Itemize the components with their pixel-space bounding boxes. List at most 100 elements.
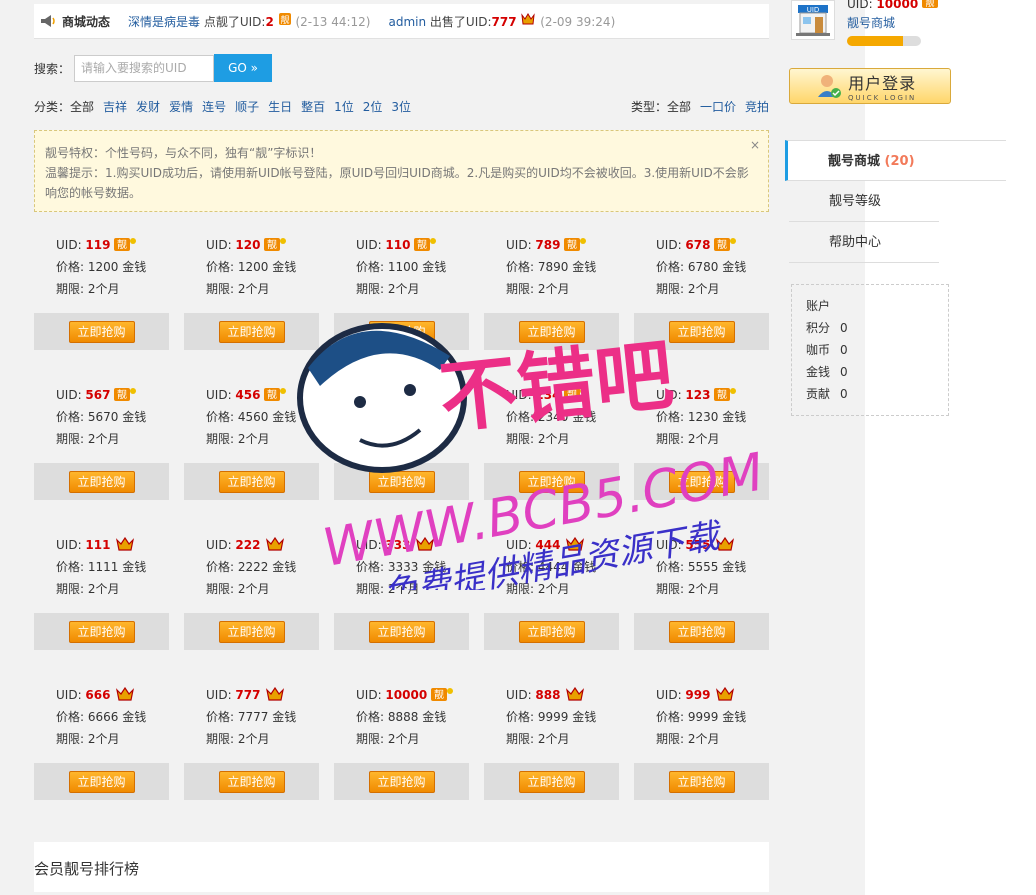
- search-input[interactable]: [74, 54, 215, 82]
- card-price: 价格: 1200 金钱: [206, 260, 297, 274]
- user-login-button[interactable]: 用户登录 QUICK LOGIN: [789, 68, 951, 104]
- category-2-digit[interactable]: 2位: [363, 100, 383, 114]
- uid-number[interactable]: 666: [85, 688, 110, 702]
- sidebar-item-levels[interactable]: 靓号等级: [789, 181, 939, 222]
- type-fixed-price[interactable]: 一口价: [700, 100, 736, 114]
- uid-number[interactable]: 777: [235, 688, 260, 702]
- close-icon[interactable]: ×: [750, 135, 760, 155]
- shop-avatar: UID: [791, 0, 835, 40]
- buy-now-button[interactable]: 立即抢购: [668, 470, 735, 493]
- ticker-user-link[interactable]: 深情是病是毒: [128, 15, 200, 29]
- buy-now-button[interactable]: 立即抢购: [218, 470, 285, 493]
- uid-number[interactable]: 678: [685, 238, 710, 252]
- card-price: 价格: 2340 金钱: [506, 410, 597, 424]
- category-consecutive[interactable]: 连号: [202, 100, 226, 114]
- account-value: 0: [840, 387, 848, 401]
- current-user: UID UID: 10000 靓 靓号商城: [791, 0, 951, 48]
- buy-now-button[interactable]: 立即抢购: [668, 320, 735, 343]
- buy-now-button[interactable]: 立即抢购: [368, 320, 435, 343]
- category-hundreds[interactable]: 整百: [301, 100, 325, 114]
- buy-now-button[interactable]: 立即抢购: [218, 770, 285, 793]
- category-1-digit[interactable]: 1位: [334, 100, 354, 114]
- ticker-uid[interactable]: 777: [492, 15, 517, 29]
- buy-now-button[interactable]: 立即抢购: [218, 620, 285, 643]
- uid-prefix: UID:: [656, 388, 686, 402]
- buy-now-button[interactable]: 立即抢购: [68, 620, 135, 643]
- category-birthday[interactable]: 生日: [268, 100, 292, 114]
- uid-number[interactable]: 110: [385, 238, 410, 252]
- buy-now-button[interactable]: 立即抢购: [518, 470, 585, 493]
- sidebar-item-help[interactable]: 帮助中心: [789, 222, 939, 263]
- uid-number[interactable]: 234: [535, 388, 560, 402]
- svg-text:靓: 靓: [117, 238, 127, 251]
- uid-number[interactable]: 10000: [385, 688, 427, 702]
- sidebar-item-shop[interactable]: 靓号商城 (20): [785, 140, 1006, 181]
- uid-number[interactable]: 444: [535, 538, 560, 552]
- uid-number[interactable]: 999: [685, 688, 710, 702]
- type-all[interactable]: 全部: [667, 100, 691, 114]
- uid-number[interactable]: 789: [535, 238, 560, 252]
- buy-now-button[interactable]: 立即抢购: [218, 320, 285, 343]
- crown-icon: [716, 687, 735, 701]
- buy-now-button[interactable]: 立即抢购: [368, 620, 435, 643]
- card-info: UID: 678 靓价格: 6780 金钱 期限: 2个月: [634, 234, 769, 300]
- card-info: UID: 119 靓价格: 1200 金钱 期限: 2个月: [34, 234, 169, 300]
- card-button-bar: 立即抢购: [634, 463, 769, 500]
- login-title: 用户登录: [848, 74, 917, 93]
- shop-name[interactable]: 靓号商城: [847, 14, 895, 31]
- uid-number[interactable]: 123: [685, 388, 710, 402]
- buy-now-button[interactable]: 立即抢购: [518, 620, 585, 643]
- uid-number[interactable]: 222: [235, 538, 260, 552]
- type-auction[interactable]: 竞拍: [745, 100, 769, 114]
- category-all[interactable]: 全部: [70, 100, 94, 114]
- uid-card: UID: 567 靓价格: 5670 金钱 期限: 2个月 立即抢购: [34, 384, 169, 500]
- category-label: 分类：: [34, 100, 71, 114]
- buy-now-button[interactable]: 立即抢购: [518, 320, 585, 343]
- uid-number[interactable]: 119: [85, 238, 110, 252]
- ticker-user-link[interactable]: admin: [388, 15, 426, 29]
- ticker-uid[interactable]: 2: [265, 15, 273, 29]
- uid-prefix: UID:: [506, 538, 536, 552]
- liang-badge-icon: 靓: [714, 238, 737, 251]
- account-value: 0: [840, 365, 848, 379]
- card-term: 期限: 2个月: [506, 582, 570, 596]
- card-info: UID: 234 靓价格: 2340 金钱 期限: 2个月: [484, 384, 619, 450]
- card-info: UID: 111 价格: 1111 金钱 期限: 2个月: [34, 534, 169, 600]
- uid-number[interactable]: 345: [385, 388, 410, 402]
- uid-number[interactable]: 456: [235, 388, 260, 402]
- buy-now-button[interactable]: 立即抢购: [668, 770, 735, 793]
- uid-number[interactable]: 111: [85, 538, 110, 552]
- buy-now-button[interactable]: 立即抢购: [368, 470, 435, 493]
- uid-card: UID: 222 价格: 2222 金钱 期限: 2个月 立即抢购: [184, 534, 319, 650]
- uid-number[interactable]: 567: [85, 388, 110, 402]
- category-sequence[interactable]: 顺子: [235, 100, 259, 114]
- category-love[interactable]: 爱情: [169, 100, 193, 114]
- uid-number[interactable]: 120: [235, 238, 260, 252]
- uid-number[interactable]: 888: [535, 688, 560, 702]
- search-go-button[interactable]: GO »: [214, 54, 273, 82]
- category-wealth[interactable]: 发财: [136, 100, 160, 114]
- search-label: 搜索：: [34, 61, 71, 76]
- buy-now-button[interactable]: 立即抢购: [68, 320, 135, 343]
- card-price: 价格: 6780 金钱: [656, 260, 747, 274]
- buy-now-button[interactable]: 立即抢购: [68, 770, 135, 793]
- card-uid: UID: 444: [506, 534, 619, 556]
- sidebar-item-label: 帮助中心: [829, 235, 882, 250]
- card-uid: UID: 111: [56, 534, 169, 556]
- buy-now-button[interactable]: 立即抢购: [68, 470, 135, 493]
- uid-prefix: UID:: [656, 688, 686, 702]
- uid-prefix: UID:: [56, 538, 86, 552]
- category-3-digit[interactable]: 3位: [391, 100, 411, 114]
- uid-card: UID: 333 价格: 3333 金钱 期限: 2个月 立即抢购: [334, 534, 469, 650]
- category-lucky[interactable]: 吉祥: [103, 100, 127, 114]
- card-info: UID: 120 靓价格: 1200 金钱 期限: 2个月: [184, 234, 319, 300]
- crown-icon: [521, 13, 536, 25]
- card-button-bar: 立即抢购: [184, 763, 319, 800]
- liang-badge-icon: 靓: [278, 13, 291, 26]
- buy-now-button[interactable]: 立即抢购: [668, 620, 735, 643]
- uid-number[interactable]: 333: [385, 538, 410, 552]
- uid-number[interactable]: 555: [685, 538, 710, 552]
- buy-now-button[interactable]: 立即抢购: [368, 770, 435, 793]
- ticker-time: (2-13 44:12): [295, 15, 371, 29]
- buy-now-button[interactable]: 立即抢购: [518, 770, 585, 793]
